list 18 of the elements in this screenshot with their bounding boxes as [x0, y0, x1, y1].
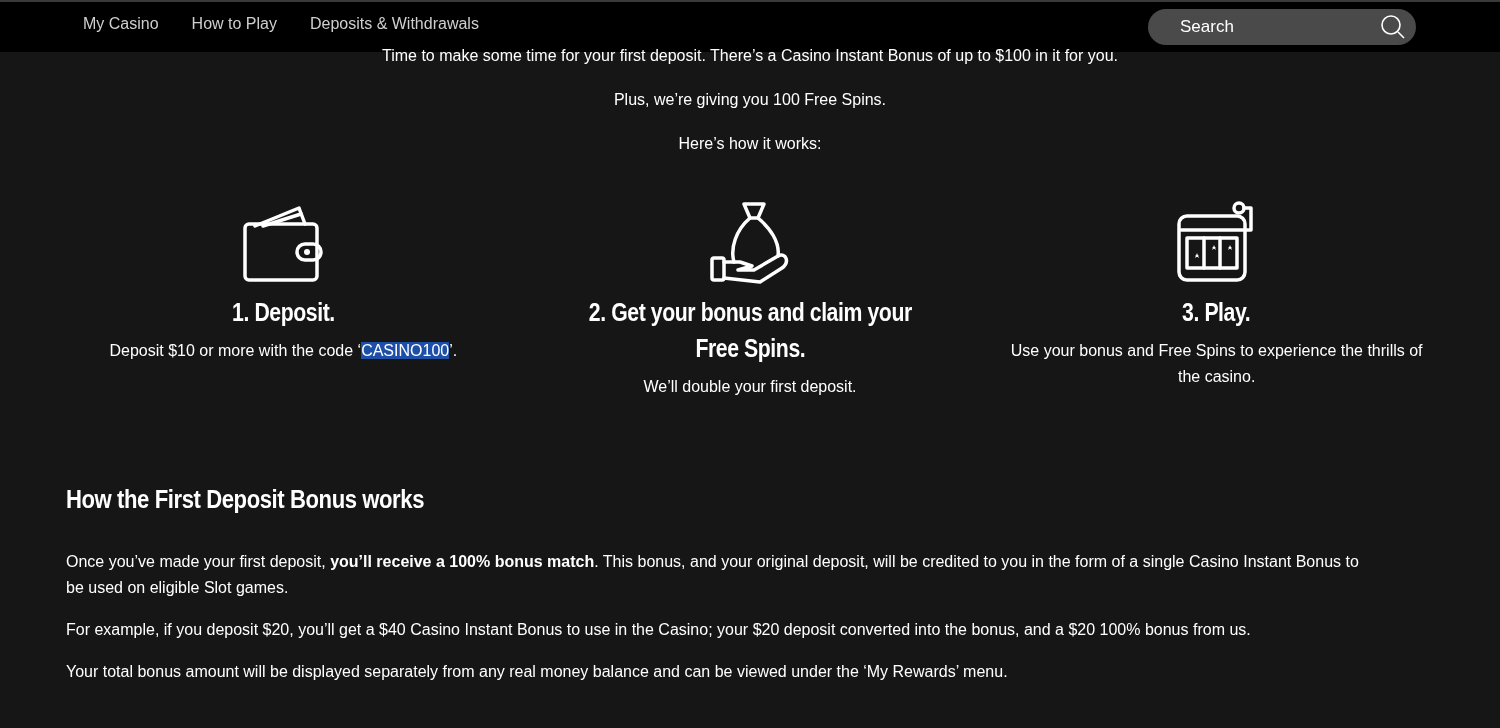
section-heading: How the First Deposit Bonus works: [66, 483, 426, 516]
nav-link[interactable]: My Casino: [83, 12, 159, 36]
search-field[interactable]: Search: [1148, 9, 1416, 45]
step-title: 2. Get your bonus and claim your Free Spins.: [587, 297, 913, 364]
step-description: Deposit $10 or more with the code ‘CASINO100’.: [109, 341, 458, 361]
step-title: 1. Deposit.: [231, 297, 335, 328]
step-description: We’ll double your first deposit.: [643, 377, 857, 397]
step-title: 3. Play.: [1182, 297, 1251, 328]
body-paragraph: Your total bonus amount will be displayed separately from any real money balance and can be viewed under the ‘My Rewards’ menu.: [66, 662, 1009, 682]
body-paragraph: For example, if you deposit $20, you’ll get a $40 Casino Instant Bonus to use in the Casino; your $20 deposit converted into the bonus, and a $20 100% bonus from us.: [66, 620, 1252, 640]
nav-link[interactable]: Deposits & Withdrawals: [309, 12, 479, 36]
step-description: Use your bonus and Free Spins to experience the thrills of the casino.: [1009, 341, 1424, 387]
intro-text: Here’s how it works:: [678, 134, 822, 154]
search-icon[interactable]: [1380, 14, 1406, 40]
body-paragraph: Once you’ve made your first deposit, you’ll receive a 100% bonus match. This bonus, and your original deposit, will be credited to you in the form of a single Casino Instant Bonus to be used on eligible Slot games.: [66, 552, 1360, 598]
nav-link[interactable]: How to Play: [191, 12, 277, 36]
intro-text: Time to make some time for your first deposit. There’s a Casino Instant Bonus of up to $100 in it for you.: [381, 46, 1119, 66]
intro-text: Plus, we’re giving you 100 Free Spins.: [613, 90, 887, 110]
